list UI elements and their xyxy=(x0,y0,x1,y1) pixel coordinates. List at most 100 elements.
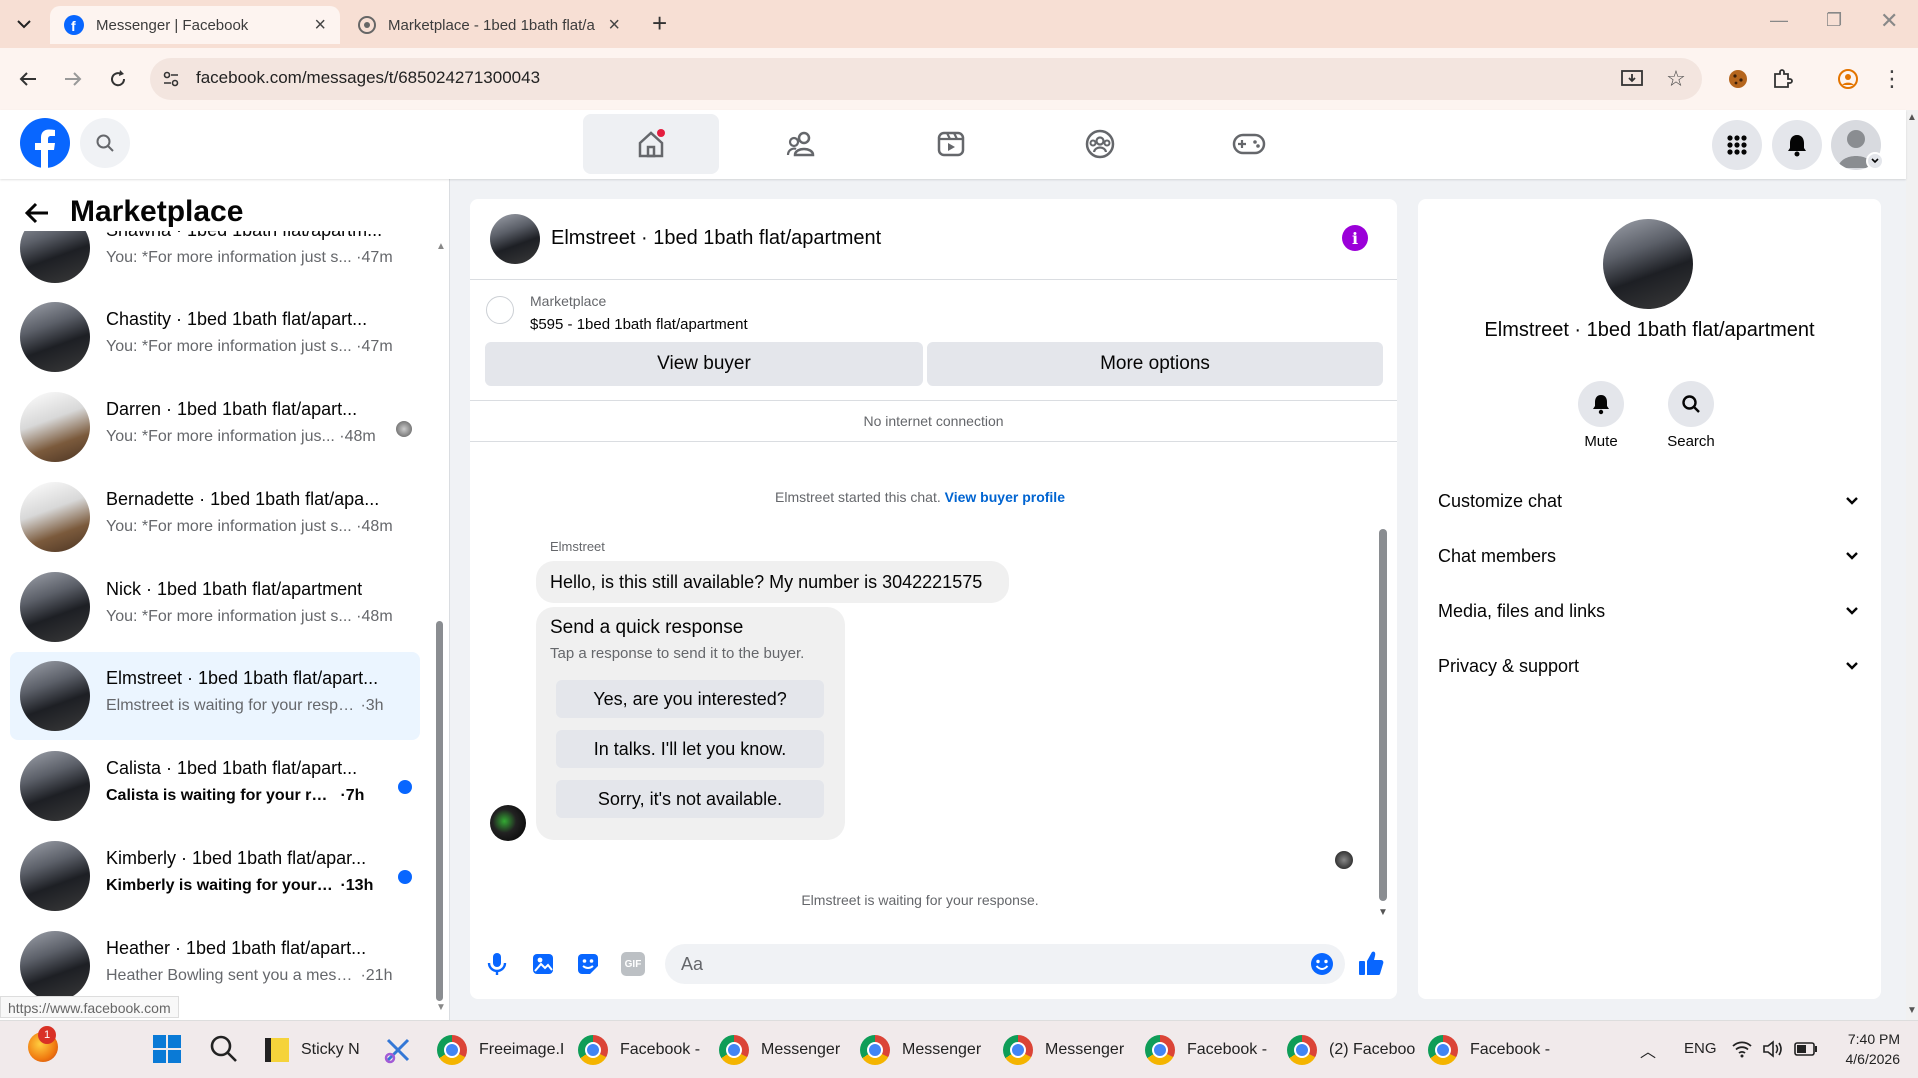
friends-icon xyxy=(786,131,815,157)
quick-reply-unavailable-button[interactable]: Sorry, it's not available. xyxy=(556,780,824,818)
quick-reply-yes-button[interactable]: Yes, are you interested? xyxy=(556,680,824,718)
nav-friends[interactable] xyxy=(733,114,869,174)
conversation-item[interactable]: Kimberly · 1bed 1bath flat/apar... Kimbe… xyxy=(10,832,420,920)
back-icon[interactable] xyxy=(12,63,44,95)
conversation-item[interactable]: Shawna · 1bed 1bath flat/apartm... You: … xyxy=(10,231,420,292)
sidebar-scrollbar[interactable] xyxy=(436,621,443,1001)
taskbar-freeimage[interactable]: Freeimage.I xyxy=(437,1030,564,1070)
emoji-icon[interactable] xyxy=(1310,952,1334,976)
page-scroll-down-arrow[interactable]: ▼ xyxy=(1907,1005,1917,1016)
sticker-icon[interactable] xyxy=(576,952,600,976)
quick-reply-talks-button[interactable]: In talks. I'll let you know. xyxy=(556,730,824,768)
wifi-icon[interactable] xyxy=(1732,1040,1752,1058)
gif-icon[interactable]: GIF xyxy=(621,952,645,976)
nav-gaming[interactable] xyxy=(1181,114,1317,174)
bookmark-star-icon[interactable]: ☆ xyxy=(1660,63,1692,95)
site-info-icon[interactable] xyxy=(162,70,180,88)
minimize-window-button[interactable]: — xyxy=(1770,10,1788,31)
info-icon[interactable]: i xyxy=(1342,225,1368,251)
taskbar-facebook-4[interactable]: Facebook - xyxy=(1428,1030,1550,1070)
new-tab-button[interactable]: + xyxy=(652,8,667,39)
chat-title[interactable]: Elmstreet · 1bed 1bath flat/apartment xyxy=(551,227,881,250)
nav-video[interactable] xyxy=(883,114,1019,174)
windows-start-icon[interactable] xyxy=(152,1034,182,1064)
nav-groups[interactable] xyxy=(1032,114,1168,174)
battery-icon[interactable] xyxy=(1794,1042,1818,1056)
conversation-item-selected[interactable]: Elmstreet · 1bed 1bath flat/apart... Elm… xyxy=(10,652,420,740)
taskbar-facebook-3[interactable]: (2) Faceboo xyxy=(1287,1030,1415,1070)
message-input[interactable]: Aa xyxy=(665,944,1345,984)
restore-window-button[interactable]: ❐ xyxy=(1826,10,1842,31)
menu-button[interactable] xyxy=(1712,120,1762,170)
url-text[interactable]: facebook.com/messages/t/685024271300043 xyxy=(196,68,540,88)
taskbar-messenger-1[interactable]: Messenger xyxy=(719,1030,840,1070)
close-window-button[interactable]: ✕ xyxy=(1880,8,1898,34)
page-scrollbar[interactable]: ▲ ▼ xyxy=(1906,110,1918,1020)
clock-time[interactable]: 7:40 PM xyxy=(1838,1031,1900,1047)
browser-menu-icon[interactable]: ⋮ xyxy=(1876,63,1908,95)
sender-avatar[interactable] xyxy=(490,805,526,841)
scroll-up-arrow[interactable]: ▲ xyxy=(436,241,446,252)
tab-marketplace[interactable]: Marketplace - 1bed 1bath flat/a × xyxy=(344,6,634,44)
like-thumb-icon[interactable] xyxy=(1357,949,1385,977)
chat-avatar[interactable] xyxy=(490,214,540,264)
customize-chat-section[interactable]: Customize chat xyxy=(1438,481,1858,521)
view-buyer-button[interactable]: View buyer xyxy=(485,342,923,386)
back-arrow-icon[interactable] xyxy=(24,201,50,225)
taskbar-messenger-3[interactable]: Messenger xyxy=(1003,1030,1124,1070)
chrome-icon xyxy=(1428,1035,1458,1065)
notifications-button[interactable] xyxy=(1772,120,1822,170)
chevron-down-icon xyxy=(1846,607,1858,615)
tray-chevron-up-icon[interactable]: ︿ xyxy=(1640,1038,1656,1062)
snipping-tool-icon[interactable] xyxy=(384,1036,412,1064)
clock-date[interactable]: 4/6/2026 xyxy=(1832,1051,1901,1067)
close-tab-icon[interactable]: × xyxy=(608,14,620,37)
account-chevron-icon[interactable] xyxy=(1866,152,1884,170)
page-scroll-up-arrow[interactable]: ▲ xyxy=(1907,112,1917,123)
taskbar-facebook-2[interactable]: Facebook - xyxy=(1145,1030,1267,1070)
volume-icon[interactable] xyxy=(1762,1040,1784,1058)
search-facebook-button[interactable] xyxy=(80,118,130,168)
message-bubble[interactable]: Hello, is this still available? My numbe… xyxy=(536,561,1009,603)
conversation-item[interactable]: Chastity · 1bed 1bath flat/apart... You:… xyxy=(10,293,420,381)
reload-icon[interactable] xyxy=(102,63,134,95)
photo-icon[interactable] xyxy=(531,952,555,976)
mute-button[interactable] xyxy=(1578,381,1624,427)
chat-scroll-down-arrow[interactable]: ▼ xyxy=(1378,907,1388,918)
tab-messenger[interactable]: f Messenger | Facebook × xyxy=(50,6,340,44)
chrome-icon xyxy=(1003,1035,1033,1065)
language-indicator[interactable]: ENG xyxy=(1684,1040,1717,1057)
taskbar-search-icon[interactable] xyxy=(209,1034,239,1064)
view-buyer-profile-link[interactable]: View buyer profile xyxy=(945,489,1065,505)
scroll-down-arrow[interactable]: ▼ xyxy=(436,1002,446,1013)
taskbar-facebook-1[interactable]: Facebook - xyxy=(578,1030,700,1070)
nav-home[interactable] xyxy=(583,114,719,174)
profile-avatar-icon[interactable] xyxy=(1832,63,1864,95)
facebook-logo-icon[interactable] xyxy=(20,118,70,168)
install-app-icon[interactable] xyxy=(1616,63,1648,95)
bell-icon xyxy=(1788,135,1806,157)
taskbar-messenger-2[interactable]: Messenger xyxy=(860,1030,981,1070)
tab-search-icon[interactable] xyxy=(8,8,40,40)
search-conversation-button[interactable] xyxy=(1668,381,1714,427)
chat-scrollbar[interactable] xyxy=(1379,529,1387,901)
notification-badge: 1 xyxy=(38,1026,56,1044)
microphone-icon[interactable] xyxy=(486,951,508,977)
conversation-item[interactable]: Calista · 1bed 1bath flat/apart... Calis… xyxy=(10,742,420,830)
chat-members-section[interactable]: Chat members xyxy=(1438,536,1858,576)
taskbar-sticky-notes[interactable]: Sticky N xyxy=(265,1030,360,1070)
media-files-section[interactable]: Media, files and links xyxy=(1438,591,1858,631)
listing-thumbnail xyxy=(20,841,90,911)
close-tab-icon[interactable]: × xyxy=(314,14,326,37)
privacy-support-section[interactable]: Privacy & support xyxy=(1438,646,1858,686)
cookie-extension-icon[interactable] xyxy=(1722,63,1754,95)
conversation-list[interactable]: Shawna · 1bed 1bath flat/apartm... You: … xyxy=(0,231,430,1015)
conversation-item[interactable]: Nick · 1bed 1bath flat/apartment You: *F… xyxy=(10,563,420,651)
extensions-puzzle-icon[interactable] xyxy=(1766,63,1798,95)
conversation-item[interactable]: Bernadette · 1bed 1bath flat/apa... You:… xyxy=(10,473,420,561)
forward-icon[interactable] xyxy=(57,63,89,95)
conversation-item[interactable]: Darren · 1bed 1bath flat/apart... You: *… xyxy=(10,383,420,471)
listing-title[interactable]: $595 - 1bed 1bath flat/apartment xyxy=(530,316,748,333)
more-options-button[interactable]: More options xyxy=(927,342,1383,386)
info-title: Elmstreet · 1bed 1bath flat/apartment xyxy=(1484,319,1815,341)
